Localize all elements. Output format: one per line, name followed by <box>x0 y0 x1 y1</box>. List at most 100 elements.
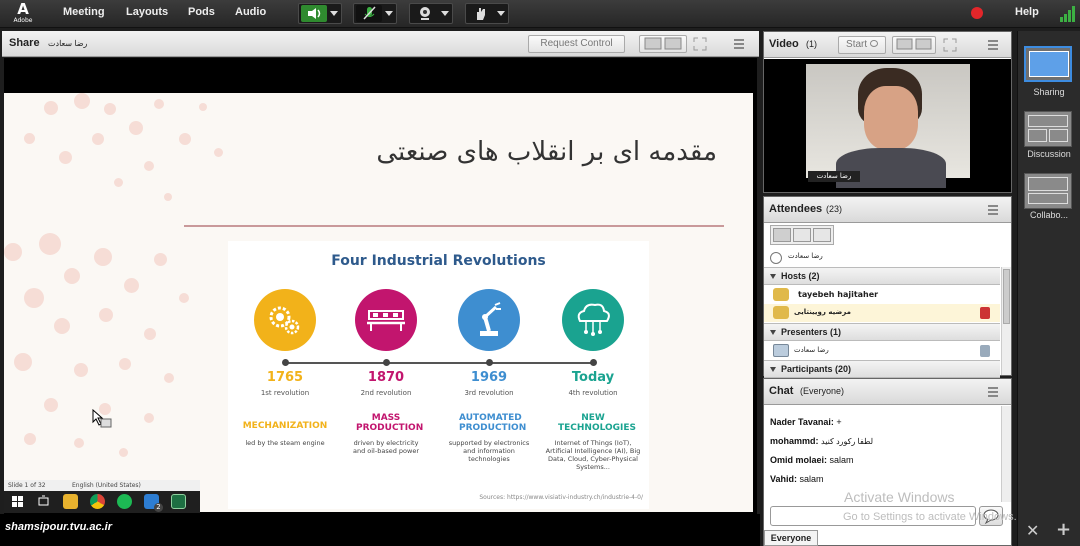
revolution-ordinal: 2nd revolution <box>360 389 412 397</box>
infographic-title: Four Industrial Revolutions <box>331 253 546 269</box>
menu-pods[interactable]: Pods <box>188 6 215 18</box>
view-mode-toggle[interactable] <box>639 35 687 53</box>
attendees-pod-title: Attendees <box>769 203 823 215</box>
fullscreen-icon[interactable] <box>689 35 711 53</box>
title-divider <box>184 225 724 227</box>
pod-options-menu-icon[interactable] <box>734 39 750 49</box>
chat-recipient-tab[interactable]: Everyone <box>764 530 818 546</box>
share-presenter-name: رضا سعادت <box>48 39 88 48</box>
chat-message: mohammd: لطفا رکورد کنید <box>770 436 874 446</box>
presenters-section[interactable]: Presenters (1) <box>764 323 1000 341</box>
language-indicator: English (United States) <box>72 482 141 489</box>
timeline-dot <box>590 359 597 366</box>
infographic-source: Sources: https://www.visiativ-industry.c… <box>479 494 643 501</box>
spotify-icon[interactable] <box>117 494 132 509</box>
layout-collaboration-thumbnail[interactable] <box>1024 173 1072 209</box>
webcam-status-icon <box>980 345 990 357</box>
attendees-scrollbar[interactable] <box>1001 267 1011 375</box>
presentation-slide: مقدمه ای بر انقلاب های صنعتی Four Indust… <box>4 93 753 512</box>
layout-sharing-thumbnail[interactable] <box>1024 46 1072 82</box>
taskbar-badge: 2 <box>154 503 163 512</box>
start-video-button[interactable]: Start <box>838 36 886 54</box>
todo-icon[interactable]: 2 <box>144 494 163 512</box>
cloud-network-icon <box>562 289 624 351</box>
menu-meeting[interactable]: Meeting <box>63 6 105 18</box>
activate-windows-subtitle: Go to Settings to activate Windows. <box>843 511 1017 523</box>
footer-bar <box>0 514 760 546</box>
microphone-muted-icon <box>356 5 382 22</box>
attendee-me-row[interactable]: رضا سعادت <box>764 249 1000 267</box>
request-control-button[interactable]: Request Control <box>528 35 625 53</box>
layout-label[interactable]: Sharing <box>1020 87 1078 97</box>
pod-options-menu-icon[interactable] <box>988 387 1004 397</box>
timeline-line <box>284 362 596 364</box>
webcam-feed <box>806 64 970 188</box>
task-view-icon[interactable] <box>36 494 51 509</box>
collapse-triangle-icon[interactable] <box>770 330 776 335</box>
add-layout-icon[interactable]: + <box>1056 519 1071 540</box>
record-indicator-icon[interactable] <box>971 7 983 19</box>
revolution-ordinal: 1st revolution <box>260 389 310 397</box>
revolution-ordinal: 4th revolution <box>568 389 618 397</box>
speaker-button[interactable] <box>298 3 342 24</box>
activate-windows-title: Activate Windows <box>844 489 955 505</box>
pod-options-menu-icon[interactable] <box>988 205 1004 215</box>
menu-layouts[interactable]: Layouts <box>126 6 168 18</box>
slide-title: مقدمه ای بر انقلاب های صنعتی <box>376 137 717 167</box>
attendees-pod-header: Attendees (23) <box>764 197 1011 223</box>
grid-view-icon[interactable] <box>793 228 811 242</box>
video-layout-toggle[interactable] <box>892 36 936 54</box>
chat-pod-header: Chat (Everyone) <box>764 379 1011 405</box>
revolution-year: 1870 <box>367 370 405 385</box>
timeline-dot <box>282 359 289 366</box>
attendee-view-switcher[interactable] <box>770 225 834 245</box>
revolution-description: driven by electricity and oil-based powe… <box>352 439 419 455</box>
adobe-logo: A Adobe <box>13 0 33 25</box>
attendee-row[interactable]: رضا سعادت <box>764 342 1000 360</box>
fullscreen-icon[interactable] <box>940 36 960 54</box>
layout-label[interactable]: Discussion <box>1020 149 1078 159</box>
list-view-icon[interactable] <box>773 228 791 242</box>
chat-scrollbar[interactable] <box>1001 406 1011 502</box>
webcam-button[interactable] <box>409 3 453 24</box>
chat-scope: (Everyone) <box>800 386 845 396</box>
role-view-icon[interactable] <box>813 228 831 242</box>
presenter-icon <box>773 344 789 357</box>
windows-taskbar: 2 <box>4 491 200 513</box>
remote-status-bar: Slide 1 of 32 English (United States) <box>4 480 200 491</box>
share-pod-header: Share رضا سعادت Request Control <box>2 31 759 57</box>
revolution-ordinal: 3rd revolution <box>464 389 514 397</box>
hosts-section[interactable]: Hosts (2) <box>764 267 1000 285</box>
video-pod-title: Video <box>769 38 799 50</box>
layout-label[interactable]: Collabo... <box>1020 210 1078 220</box>
menu-audio[interactable]: Audio <box>235 6 266 18</box>
microphone-active-icon <box>980 307 990 319</box>
windows-start-icon[interactable] <box>10 494 25 509</box>
connection-signal-icon <box>1060 5 1076 22</box>
revolution-title: NEW TECHNOLOGIES <box>558 413 637 433</box>
menu-help[interactable]: Help <box>1015 6 1039 18</box>
webcam-icon <box>412 5 438 22</box>
pod-options-menu-icon[interactable] <box>988 40 1004 50</box>
participants-section[interactable]: Participants (20) <box>764 360 1000 378</box>
attendee-row[interactable]: مرضیه رویینتایی <box>764 304 1000 322</box>
revolution-year: Today <box>571 370 615 385</box>
file-explorer-icon[interactable] <box>63 494 78 509</box>
revolution-description: Internet of Things (IoT), Artificial Int… <box>545 439 641 471</box>
video-pod: Video (1) Start رضا سعادت <box>763 31 1012 193</box>
attendee-row[interactable]: tayebeh hajitaher <box>764 286 1000 304</box>
revolution-description: led by the steam engine <box>245 439 325 447</box>
chat-message: Vahid: salam <box>770 474 824 484</box>
collapse-triangle-icon[interactable] <box>770 274 776 279</box>
robot-arm-icon <box>458 289 520 351</box>
microphone-button[interactable] <box>353 3 397 24</box>
collapse-triangle-icon[interactable] <box>770 367 776 372</box>
raise-hand-button[interactable] <box>465 3 509 24</box>
revolution-title: MECHANIZATION <box>242 421 328 431</box>
layout-discussion-thumbnail[interactable] <box>1024 111 1072 147</box>
close-icon[interactable]: ✕ <box>1026 521 1039 540</box>
video-name-tag: رضا سعادت <box>808 171 860 182</box>
excel-icon[interactable] <box>171 494 186 509</box>
chrome-icon[interactable] <box>90 494 105 509</box>
phone-icon <box>770 252 782 264</box>
